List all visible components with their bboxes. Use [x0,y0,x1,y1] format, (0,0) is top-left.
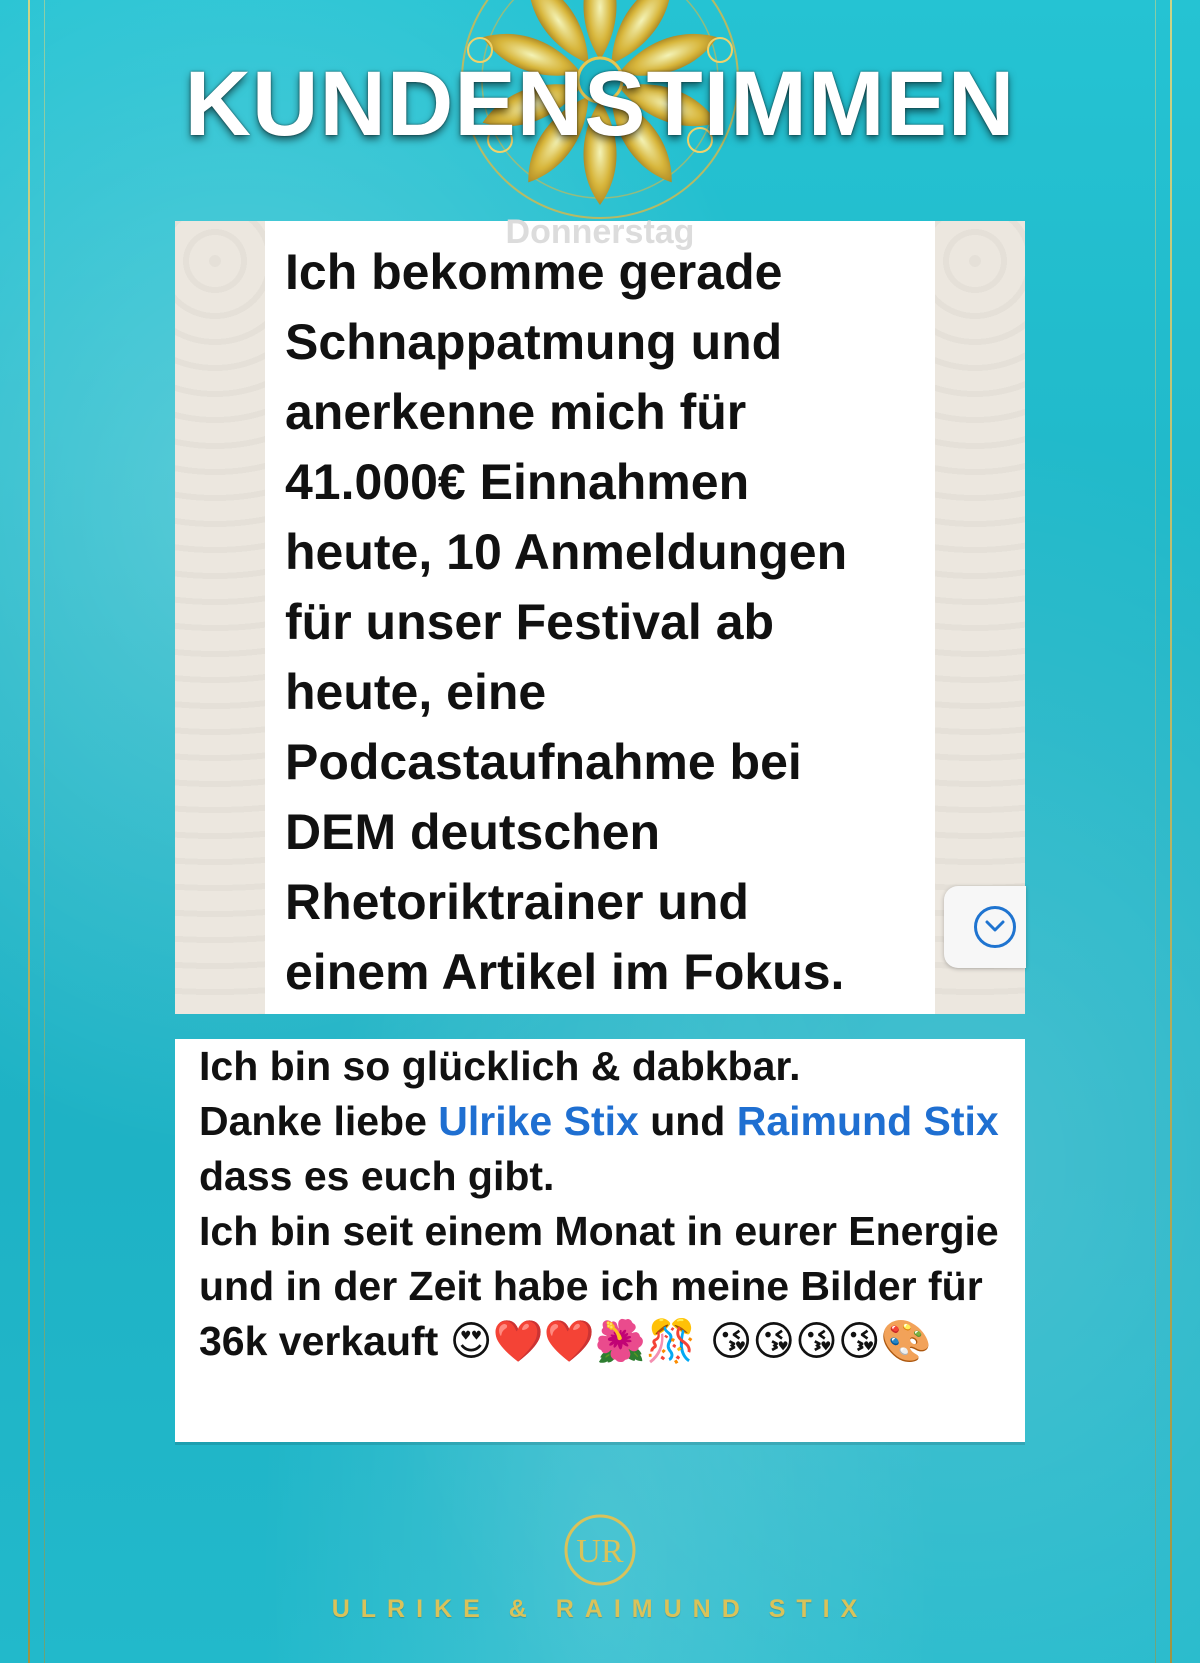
testimonial-message-1: Ich bekomme gerade Schnappatmung und ane… [285,244,848,1000]
testimonial-card-1: Donnerstag Ich bekomme gerade Schnappatm… [175,213,1025,1014]
frame-line-right [1170,0,1172,1663]
mention-raimund-link[interactable]: Raimund Stix [737,1098,999,1144]
message-line: Ich bin so glücklich & dabkbar. [199,1043,801,1089]
chat-bubble: Donnerstag Ich bekomme gerade Schnappatm… [265,213,935,1014]
testimonial-card-2: Ich bin so glücklich & dabkbar. Danke li… [175,1039,1025,1442]
brand-name: ULRIKE & RAIMUND STIX [331,1595,869,1623]
thanks-suffix: dass es euch gibt. [199,1153,555,1199]
mention-ulrike-link[interactable]: Ulrike Stix [438,1098,639,1144]
frame-line-left-inner [44,0,45,1663]
brand-logo-icon: UR [564,1514,636,1586]
testimonial-message-2: Ich bin so glücklich & dabkbar. Danke li… [199,1039,1005,1369]
thanks-prefix: Danke liebe [199,1098,439,1144]
message-line: Ich bin seit einem Monat in eurer Energi… [199,1204,1005,1369]
frame-line-left [28,0,30,1663]
thanks-line: Danke liebe Ulrike Stix und Raimund Stix… [199,1094,1005,1204]
emoji-group: 😍❤️❤️🌺🎊 😘😘😘😘🎨 [449,1317,932,1365]
frame-line-right-inner [1155,0,1156,1663]
scroll-down-button[interactable] [944,886,1026,968]
and-word: und [638,1098,737,1144]
chat-wallpaper-left [175,221,265,1014]
page-title: KUNDENSTIMMEN [184,53,1016,155]
logo-monogram: UR [576,1533,624,1570]
chevron-down-icon [974,906,1016,948]
